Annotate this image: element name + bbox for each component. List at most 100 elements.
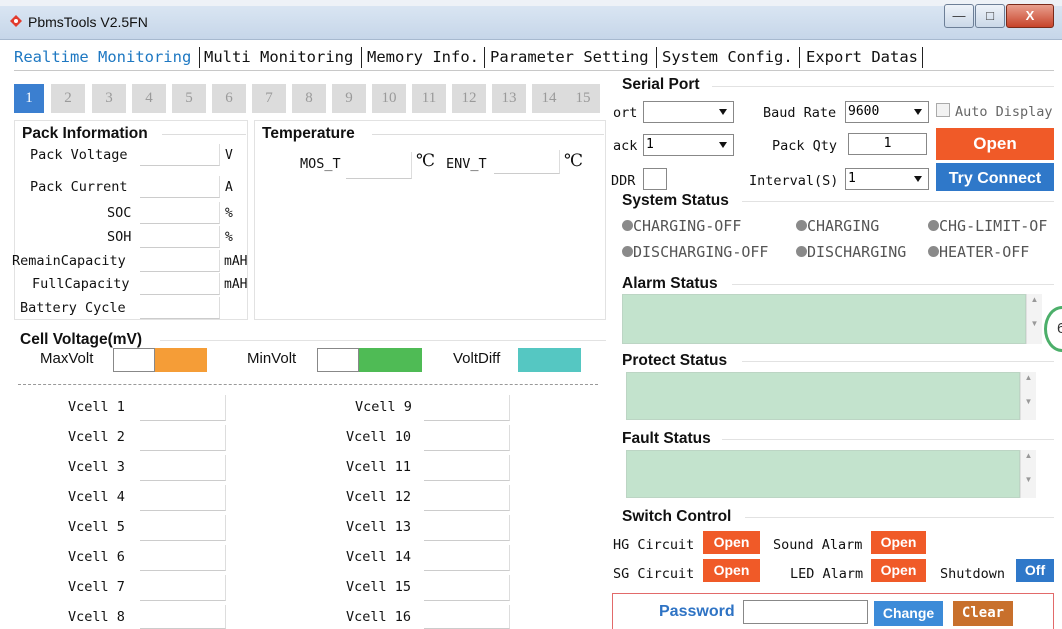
remain-capacity-label: RemainCapacity (12, 253, 126, 269)
try-connect-button[interactable]: Try Connect (936, 163, 1054, 191)
status-charging-off: CHARGING-OFF (622, 217, 741, 235)
close-button[interactable]: X (1006, 4, 1054, 28)
fault-scrollbar[interactable]: ▲ ▼ (1020, 450, 1036, 498)
alarm-scrollbar[interactable]: ▲ ▼ (1026, 294, 1042, 344)
status-indicator-icon (928, 246, 939, 257)
soc-unit: % (225, 206, 233, 221)
status-discharging: DISCHARGING (796, 243, 906, 261)
soh-unit: % (225, 230, 233, 245)
pack-tab-8[interactable]: 8 (292, 84, 326, 113)
vcell-1-value (140, 395, 226, 421)
status-indicator-icon (622, 220, 633, 231)
min-volt-value (317, 348, 359, 372)
discharge-circuit-open-button[interactable]: Open (703, 559, 760, 582)
status-charging: CHARGING (796, 217, 879, 235)
pack-voltage-value (140, 144, 220, 166)
tab-export-datas[interactable]: Export Datas (806, 44, 918, 70)
vcell-6-value (140, 545, 226, 571)
pack-current-unit: A (225, 180, 233, 195)
pack-tab-5[interactable]: 5 (172, 84, 206, 113)
soh-value (140, 226, 220, 248)
pack-qty-input[interactable]: 1 (848, 133, 927, 155)
pack-tab-9[interactable]: 9 (332, 84, 366, 113)
full-capacity-label: FullCapacity (32, 276, 130, 292)
interval-value: 1 (848, 171, 856, 186)
pack-tab-3[interactable]: 3 (92, 84, 126, 113)
chevron-down-icon (914, 109, 922, 115)
minimize-button[interactable]: — (944, 4, 974, 28)
remain-capacity-value (140, 250, 220, 272)
mos-temp-label: MOS_T (300, 156, 341, 172)
menu-underline (14, 70, 1054, 71)
pack-tab-7[interactable]: 7 (252, 84, 286, 113)
vcell-4-label: Vcell 4 (68, 489, 125, 505)
system-status-title-line (742, 201, 1054, 202)
change-password-button[interactable]: Change (874, 601, 943, 626)
tab-multi-monitoring[interactable]: Multi Monitoring (204, 44, 353, 70)
system-status-title: System Status (622, 192, 729, 209)
shutdown-off-button[interactable]: Off (1016, 559, 1054, 582)
protect-scrollbar[interactable]: ▲ ▼ (1020, 372, 1036, 420)
tab-system-config[interactable]: System Config. (662, 44, 793, 70)
cell-divider (18, 384, 598, 385)
pack-tab-1[interactable]: 1 (14, 84, 44, 113)
vcell-1-label: Vcell 1 (68, 399, 125, 415)
pack-tab-13[interactable]: 13 (492, 84, 526, 113)
pack-tab-10[interactable]: 10 (372, 84, 406, 113)
vcell-9-label: Vcell 9 (355, 399, 412, 415)
vcell-11-value (424, 455, 510, 481)
max-volt-swatch (155, 348, 207, 372)
menu-separator (484, 47, 485, 68)
tab-parameter-setting[interactable]: Parameter Setting (490, 44, 649, 70)
scroll-up-icon: ▲ (1030, 295, 1039, 304)
alarm-status-title: Alarm Status (622, 275, 718, 292)
vcell-8-label: Vcell 8 (68, 609, 125, 625)
fault-status-box (626, 450, 1020, 498)
full-capacity-value (140, 273, 220, 295)
volt-diff-label: VoltDiff (453, 350, 501, 367)
status-heater-off: HEATER-OFF (928, 243, 1029, 261)
scroll-down-icon: ▼ (1024, 397, 1033, 406)
address-input[interactable] (643, 168, 667, 190)
vcell-10-label: Vcell 10 (346, 429, 412, 445)
pack-tab-2[interactable]: 2 (51, 84, 85, 113)
clear-password-button[interactable]: Clear (953, 601, 1013, 626)
battery-cycle-label: Battery Cycle (20, 300, 126, 316)
maximize-button[interactable]: □ (975, 4, 1005, 28)
vcell-16-value (424, 605, 510, 629)
pack-voltage-unit: V (225, 148, 233, 163)
interval-select[interactable]: 1 (845, 168, 929, 190)
vcell-15-value (424, 575, 510, 601)
baud-rate-select[interactable]: 9600 (845, 101, 929, 123)
pack-qty-label: Pack Qty (772, 138, 838, 154)
menu-separator (361, 47, 362, 68)
port-select[interactable] (643, 101, 734, 123)
charge-circuit-open-button[interactable]: Open (703, 531, 760, 554)
status-indicator-icon (622, 246, 633, 257)
pack-tab-12[interactable]: 12 (452, 84, 486, 113)
mos-temp-unit: ℃ (416, 151, 436, 170)
pack-tab-14[interactable]: 14 (532, 84, 566, 113)
pack-voltage-label: Pack Voltage (30, 147, 128, 163)
auto-display-checkbox[interactable] (936, 103, 950, 117)
tab-memory-info[interactable]: Memory Info. (367, 44, 479, 70)
vcell-2-label: Vcell 2 (68, 429, 125, 445)
pack-select[interactable]: 1 (643, 134, 734, 156)
env-temp-value (494, 150, 560, 174)
pack-qty-value: 1 (883, 136, 892, 151)
pack-tab-6[interactable]: 6 (212, 84, 246, 113)
baud-rate-label: Baud Rate (763, 105, 837, 121)
pack-tab-11[interactable]: 11 (412, 84, 446, 113)
pack-tab-15[interactable]: 15 (566, 84, 600, 113)
open-port-button[interactable]: Open (936, 128, 1054, 160)
alarm-status-title-line (732, 284, 1054, 285)
pack-tab-4[interactable]: 4 (132, 84, 166, 113)
tab-realtime-monitoring[interactable]: Realtime Monitoring (14, 44, 191, 70)
password-input[interactable] (743, 600, 868, 624)
app-icon (10, 15, 22, 27)
status-indicator-icon (928, 220, 939, 231)
led-alarm-open-button[interactable]: Open (871, 559, 926, 582)
edge-badge[interactable]: 6 (1044, 306, 1062, 352)
chevron-down-icon (914, 176, 922, 182)
sound-alarm-open-button[interactable]: Open (871, 531, 926, 554)
